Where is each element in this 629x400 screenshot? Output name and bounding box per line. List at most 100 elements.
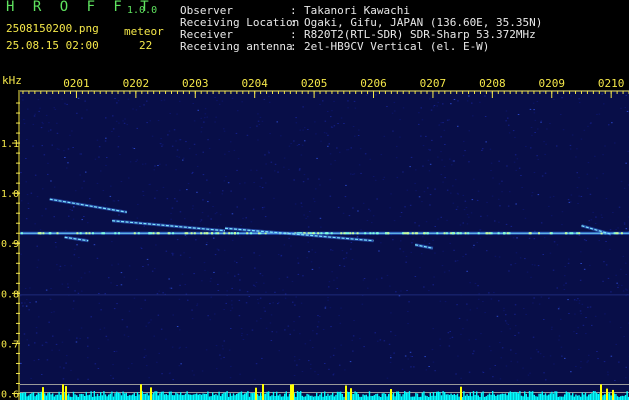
carrier-speck (114, 232, 117, 235)
noise-dot (510, 360, 512, 362)
level-bar (581, 392, 583, 400)
noise-dot (128, 310, 131, 312)
noise-dot (25, 305, 28, 307)
noise-dot (100, 170, 102, 172)
noise-dot (257, 120, 260, 122)
level-bar (124, 393, 126, 400)
noise-dot (458, 317, 461, 319)
carrier-speck (340, 232, 343, 235)
noise-dot (546, 128, 548, 130)
noise-dot (20, 295, 22, 297)
noise-dot (87, 357, 89, 359)
carrier-speck (467, 232, 470, 235)
level-bar (154, 391, 156, 400)
noise-dot (428, 366, 430, 367)
noise-dot (390, 357, 392, 359)
noise-dot (148, 184, 151, 186)
noise-dot (439, 338, 441, 340)
noise-dot (453, 249, 455, 251)
noise-dot (68, 215, 70, 217)
noise-dot (193, 374, 195, 376)
noise-dot (218, 139, 221, 141)
noise-dot (42, 123, 44, 125)
noise-dot (343, 265, 346, 267)
noise-dot (171, 346, 174, 348)
noise-dot (111, 131, 113, 132)
level-bar (135, 396, 137, 400)
noise-dot (549, 123, 551, 124)
noise-dot (405, 261, 407, 263)
noise-dot (212, 234, 214, 236)
noise-dot (615, 229, 617, 231)
x-tick-label: 0203 (182, 77, 209, 90)
noise-dot (457, 355, 459, 357)
noise-dot (312, 330, 314, 332)
noise-dot (307, 216, 309, 218)
noise-dot (588, 220, 590, 222)
noise-dot (596, 351, 598, 352)
level-bar (508, 392, 510, 400)
noise-dot (327, 134, 329, 136)
carrier-speck (486, 232, 489, 235)
noise-dot (625, 162, 627, 164)
level-bar (476, 391, 478, 400)
noise-dot (61, 341, 64, 343)
level-bar (405, 392, 407, 400)
noise-dot (147, 322, 150, 324)
noise-dot (612, 212, 614, 213)
noise-dot (560, 114, 562, 115)
level-bar (125, 392, 127, 400)
noise-dot (204, 108, 207, 110)
noise-dot (383, 340, 386, 342)
noise-dot (156, 293, 159, 295)
noise-dot (383, 176, 386, 178)
noise-dot (85, 171, 87, 173)
noise-dot (542, 91, 545, 93)
noise-dot (216, 248, 219, 250)
noise-dot (80, 277, 83, 279)
noise-dot (307, 178, 309, 180)
noise-dot (446, 219, 448, 221)
noise-dot (103, 327, 106, 329)
noise-dot (388, 343, 391, 345)
level-bar (340, 391, 342, 400)
noise-dot (289, 333, 291, 335)
noise-dot (256, 125, 258, 127)
level-bar (223, 392, 225, 400)
noise-dot (124, 118, 126, 120)
level-bar (39, 393, 41, 400)
y-tick-label: 1.1 (1, 139, 19, 150)
noise-dot (520, 175, 522, 176)
noise-dot (556, 244, 559, 246)
noise-dot (135, 109, 138, 111)
level-bar (509, 391, 511, 400)
noise-dot (300, 202, 303, 204)
noise-dot (364, 153, 367, 155)
level-bar (588, 394, 590, 400)
noise-dot (151, 270, 154, 272)
noise-dot (443, 165, 446, 167)
noise-dot (123, 276, 126, 278)
level-bar (183, 395, 185, 400)
level-bar (520, 395, 523, 400)
noise-dot (59, 366, 61, 368)
x-tick-label: 0210 (598, 77, 625, 90)
noise-dot (219, 354, 221, 356)
noise-dot (596, 177, 598, 179)
noise-dot (449, 242, 451, 244)
noise-dot (450, 192, 452, 194)
noise-dot (607, 371, 609, 373)
noise-dot (301, 206, 303, 208)
noise-dot (369, 158, 371, 160)
noise-dot (544, 153, 546, 155)
noise-dot (140, 308, 143, 310)
level-bar (128, 395, 131, 400)
noise-dot (583, 239, 586, 241)
noise-dot (239, 373, 241, 375)
noise-dot (184, 218, 186, 220)
noise-dot (117, 146, 120, 148)
noise-dot (430, 109, 433, 111)
noise-dot (30, 377, 32, 379)
noise-dot (223, 249, 226, 251)
carrier-speck (571, 232, 574, 235)
